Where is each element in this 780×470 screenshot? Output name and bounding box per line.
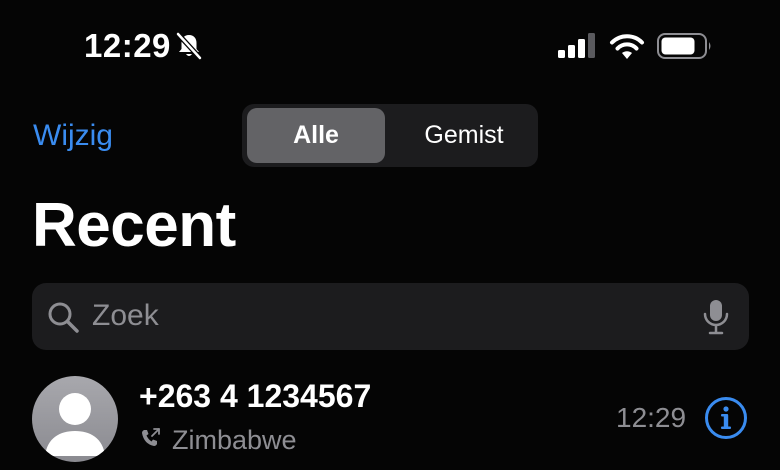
segment-missed[interactable]: Gemist <box>395 108 533 163</box>
segment-all[interactable]: Alle <box>247 108 385 163</box>
cellular-signal-icon <box>558 33 595 58</box>
recents-filter-segmented-control: Alle Gemist <box>242 104 538 167</box>
battery-icon <box>657 33 711 59</box>
outgoing-call-icon <box>142 428 160 446</box>
search-bar[interactable] <box>32 283 749 350</box>
wifi-icon <box>610 34 644 59</box>
call-number: +263 4 1234567 <box>139 378 372 414</box>
bell-slash-icon <box>176 32 202 60</box>
search-icon <box>48 302 79 333</box>
status-bar: 12:29 <box>0 0 780 90</box>
person-silhouette-icon <box>45 393 105 456</box>
recents-screen: 12:29 Wijzig Alle Gemist Recent Zoek +26… <box>0 0 780 470</box>
info-icon[interactable] <box>704 396 748 440</box>
call-country: Zimbabwe <box>172 425 297 455</box>
status-time: 12:29 <box>84 27 171 64</box>
microphone-icon[interactable] <box>702 299 730 335</box>
call-time: 12:29 <box>616 402 687 433</box>
page-title: Recent <box>32 191 236 260</box>
edit-button[interactable]: Wijzig <box>33 116 113 156</box>
avatar <box>32 376 118 462</box>
search-input[interactable] <box>92 293 682 339</box>
call-row[interactable]: +263 4 1234567 Zimbabwe 12:29 <box>0 370 780 470</box>
